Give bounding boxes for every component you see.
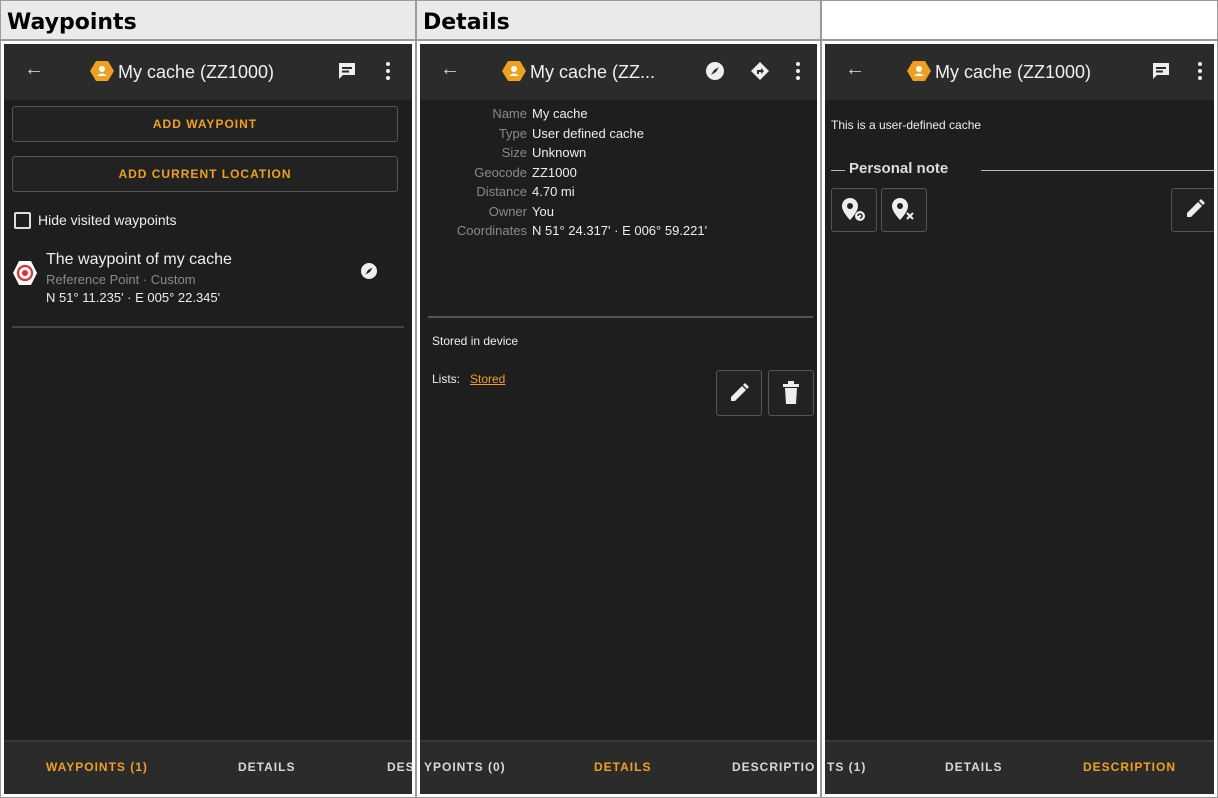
trash-icon [783,381,799,404]
description-content: This is a user-defined cache Personal no… [825,100,1214,742]
app-bar: ← My cache (ZZ... [420,44,817,100]
tab-waypoints[interactable]: TS (1) [827,760,866,774]
more-menu-icon[interactable] [385,61,391,81]
cache-type-icon [90,61,114,81]
more-menu-icon[interactable] [795,61,801,81]
detail-value: 4.70 mi [532,184,575,199]
lists-label: Lists: [432,372,461,386]
tab-details[interactable]: DETAILS [594,760,651,774]
add-waypoint-button[interactable]: ADD WAYPOINT [12,106,398,142]
description-screen: ← My cache (ZZ1000) This is a user-defin… [825,44,1214,794]
detail-value: User defined cache [532,125,645,141]
log-message-icon[interactable] [337,61,357,81]
tab-description[interactable]: DESCRIPTIO [732,760,815,774]
edit-note-button[interactable] [1171,188,1214,232]
log-message-icon[interactable] [1151,61,1171,81]
detail-key: Geocode [474,164,527,180]
detail-key: Coordinates [456,223,527,238]
cache-title: My cache (ZZ1000) [118,62,275,82]
delete-note-button[interactable] [881,188,927,232]
note-rule-left [831,170,845,171]
detail-value: N 51° 24.317' · E 006° 59.221' [532,223,708,238]
cache-type-icon [907,61,931,81]
detail-key: Type [498,125,527,141]
hide-visited-label: Hide visited waypoints [38,212,177,228]
list-divider [12,326,404,328]
detail-key: Owner [488,203,527,219]
note-rule-right [981,170,1214,171]
cache-type-icon [502,61,526,81]
tab-bar: TS (1) DETAILS DESCRIPTION [825,740,1214,794]
back-arrow-icon[interactable]: ← [24,58,44,81]
pencil-icon [731,383,749,401]
detail-value: You [532,203,554,219]
add-current-location-button[interactable]: ADD CURRENT LOCATION [12,156,398,192]
stored-in-device: Stored in device [432,334,519,348]
details-screen-cell: ← My cache (ZZ... Name My cache Type Use… [416,40,821,798]
waypoints-screen: ← My cache (ZZ1000) ADD WAYPOINT ADD CUR… [4,44,412,794]
detail-value: Unknown [532,145,587,160]
list-stored-link[interactable]: Stored [470,372,505,386]
back-arrow-icon[interactable]: ← [845,58,865,81]
waypoint-name: The waypoint of my cache [46,251,232,268]
description-screen-cell: ← My cache (ZZ1000) This is a user-defin… [821,40,1218,798]
tab-description[interactable]: DES [387,760,412,774]
tab-details[interactable]: DETAILS [238,760,295,774]
cache-title: My cache (ZZ... [530,62,656,82]
detail-key: Distance [476,184,527,199]
tab-details[interactable]: DETAILS [945,760,1002,774]
tab-bar: YPOINTS (0) DETAILS DESCRIPTIO [420,740,817,794]
upload-note-button[interactable] [831,188,877,232]
tab-waypoints[interactable]: YPOINTS (0) [424,760,506,774]
compass-icon[interactable] [360,262,378,280]
waypoints-list: ADD WAYPOINT ADD CURRENT LOCATION Hide v… [4,100,412,742]
column-header-waypoints: Waypoints [0,0,416,40]
detail-value: ZZ1000 [532,164,577,180]
tab-bar: WAYPOINTS (1) DETAILS DES [4,740,412,794]
waypoint-list-item[interactable]: The waypoint of my cache Reference Point… [4,248,412,312]
column-header-details: Details [416,0,821,40]
details-content: Name My cache Type User defined cache Size Un… [420,100,817,742]
map-marker-upload-icon [842,198,865,221]
app-bar: ← My cache (ZZ1000) [4,44,412,100]
tab-description[interactable]: DESCRIPTION [1083,760,1176,774]
edit-lists-button[interactable] [716,370,762,416]
description-text: This is a user-defined cache [831,118,982,132]
waypoint-coords: N 51° 11.235' · E 005° 22.345' [46,290,221,305]
details-screen: ← My cache (ZZ... Name My cache Type Use… [420,44,817,794]
tab-waypoints[interactable]: WAYPOINTS (1) [46,760,148,774]
details-divider [428,316,813,318]
map-marker-remove-icon [892,198,914,220]
app-bar: ← My cache (ZZ1000) [825,44,1214,100]
hide-visited-checkbox[interactable] [14,212,31,229]
detail-key: Size [501,145,527,160]
compass-icon[interactable] [705,61,725,81]
waypoint-subtitle: Reference Point · Custom [46,272,196,287]
delete-button[interactable] [768,370,814,416]
more-menu-icon[interactable] [1197,61,1203,81]
column-header-blank [821,0,1218,40]
reference-point-icon [13,261,37,285]
personal-note-heading: Personal note [849,160,949,177]
cache-title: My cache (ZZ1000) [935,62,1092,82]
back-arrow-icon[interactable]: ← [440,58,460,81]
pencil-icon [1187,199,1205,217]
detail-key: Name [492,106,527,121]
navigate-icon[interactable] [750,61,770,81]
detail-value: My cache [532,106,588,121]
waypoints-screen-cell: ← My cache (ZZ1000) ADD WAYPOINT ADD CUR… [0,40,416,798]
